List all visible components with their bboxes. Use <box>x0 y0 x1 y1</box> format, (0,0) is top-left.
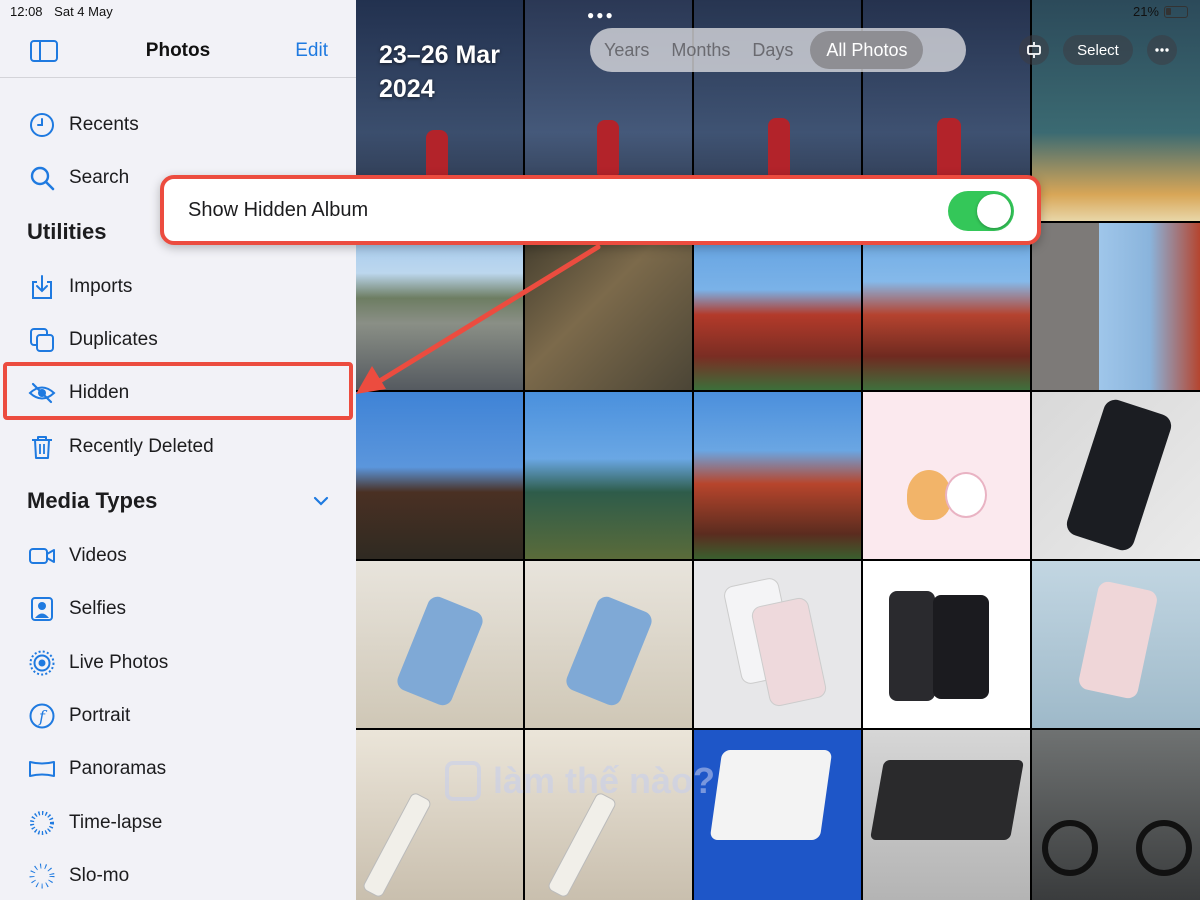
sidebar-item-label: Videos <box>69 545 127 566</box>
photo-thumbnail[interactable] <box>356 223 523 390</box>
select-button[interactable]: Select <box>1063 35 1133 65</box>
photo-thumbnail[interactable] <box>1032 561 1200 728</box>
photo-thumbnail[interactable] <box>694 392 861 559</box>
chevron-down-icon[interactable] <box>312 492 330 510</box>
photo-thumbnail[interactable] <box>1032 730 1200 900</box>
timelapse-icon <box>28 809 56 837</box>
sidebar-item-label: Portrait <box>69 705 131 726</box>
sidebar-item-label: Recently Deleted <box>69 436 214 457</box>
view-segmented-control: Years Months Days All Photos <box>590 28 966 72</box>
sidebar: 12:08 Sat 4 May Photos Edit Recents Sear… <box>0 0 356 900</box>
segment-months[interactable]: Months <box>660 31 741 69</box>
photo-thumbnail[interactable] <box>525 730 692 900</box>
media-types-section-title: Media Types <box>27 488 158 513</box>
photo-thumbnail[interactable] <box>694 730 861 900</box>
sidebar-item-live-photos[interactable]: Live Photos <box>0 641 356 685</box>
segment-all-photos[interactable]: All Photos <box>810 31 924 69</box>
sidebar-item-label: Duplicates <box>69 329 158 350</box>
battery-icon <box>1164 5 1188 18</box>
sidebar-item-label: Search <box>69 167 130 188</box>
utilities-section-title: Utilities <box>27 219 107 244</box>
watermark: làm thế nào? <box>445 760 715 802</box>
photo-thumbnail[interactable] <box>356 392 523 559</box>
date-range-title: 23–26 Mar 2024 <box>379 38 500 106</box>
segment-days[interactable]: Days <box>741 31 804 69</box>
sidebar-item-slo-mo[interactable]: Slo-mo <box>0 854 356 898</box>
show-hidden-album-toggle[interactable] <box>948 191 1014 231</box>
sidebar-item-label: Recents <box>69 114 139 135</box>
photo-thumbnail[interactable] <box>525 392 692 559</box>
battery-percent: 21% <box>1132 4 1159 19</box>
photo-thumbnail[interactable] <box>356 730 523 900</box>
photo-thumbnail[interactable] <box>863 392 1030 559</box>
photo-thumbnail[interactable] <box>1032 392 1200 559</box>
selfie-icon <box>28 595 56 623</box>
sidebar-item-recently-deleted[interactable]: Recently Deleted <box>0 425 356 469</box>
sidebar-header: Photos Edit <box>0 28 356 78</box>
portrait-f-icon: f <box>28 702 56 730</box>
photo-thumbnail[interactable] <box>1032 223 1200 390</box>
date-range-line-1: 23–26 Mar <box>379 41 500 69</box>
photo-thumbnail[interactable] <box>863 561 1030 728</box>
panorama-icon <box>28 755 56 783</box>
svg-text:f: f <box>38 707 48 726</box>
edit-button[interactable]: Edit <box>295 40 328 62</box>
status-bar-left: 12:08 Sat 4 May <box>10 4 121 19</box>
photo-thumbnail[interactable] <box>863 730 1030 900</box>
slideshow-button[interactable] <box>1019 35 1049 65</box>
photo-thumbnail[interactable] <box>694 561 861 728</box>
photo-thumbnail[interactable] <box>694 223 861 390</box>
sidebar-item-portrait[interactable]: f Portrait <box>0 694 356 738</box>
hidden-highlight-box <box>3 362 353 420</box>
slomo-icon <box>28 862 56 890</box>
sidebar-item-label: Imports <box>69 276 133 297</box>
sidebar-item-label: Panoramas <box>69 758 167 779</box>
sidebar-item-label: Slo-mo <box>69 865 130 886</box>
status-date: Sat 4 May <box>54 4 113 19</box>
sidebar-item-recents[interactable]: Recents <box>0 103 356 147</box>
sidebar-item-time-lapse[interactable]: Time-lapse <box>0 801 356 845</box>
sidebar-item-label: Time-lapse <box>69 812 163 833</box>
date-range-line-2: 2024 <box>379 75 435 103</box>
toggle-knob <box>977 194 1011 228</box>
sidebar-item-panoramas[interactable]: Panoramas <box>0 747 356 791</box>
watermark-text: làm thế nào? <box>493 760 716 801</box>
slideshow-icon <box>1027 42 1041 58</box>
photo-thumbnail[interactable] <box>525 561 692 728</box>
trash-icon <box>28 433 56 461</box>
show-hidden-album-callout: Show Hidden Album <box>160 175 1041 245</box>
more-dots-indicator: ●●● <box>587 8 615 22</box>
watermark-logo-icon <box>445 761 481 801</box>
photo-thumbnail[interactable] <box>525 223 692 390</box>
status-battery: 21% <box>1133 4 1188 19</box>
status-time: 12:08 <box>10 4 43 19</box>
sidebar-item-label: Selfies <box>69 598 127 619</box>
import-icon <box>28 273 56 301</box>
more-button[interactable] <box>1147 35 1177 65</box>
sidebar-item-selfies[interactable]: Selfies <box>0 587 356 631</box>
clock-icon <box>28 111 56 139</box>
segment-years[interactable]: Years <box>593 31 660 69</box>
show-hidden-album-label: Show Hidden Album <box>188 199 369 221</box>
sidebar-item-duplicates[interactable]: Duplicates <box>0 318 356 362</box>
photo-thumbnail[interactable] <box>863 223 1030 390</box>
live-photo-icon <box>28 649 56 677</box>
photo-thumbnail[interactable] <box>1032 0 1200 221</box>
search-icon <box>28 164 56 192</box>
sidebar-item-videos[interactable]: Videos <box>0 534 356 578</box>
video-icon <box>28 542 56 570</box>
sidebar-item-label: Live Photos <box>69 652 169 673</box>
ellipsis-icon <box>1155 48 1169 52</box>
sidebar-item-imports[interactable]: Imports <box>0 265 356 309</box>
duplicates-icon <box>28 326 56 354</box>
photo-thumbnail[interactable] <box>356 561 523 728</box>
